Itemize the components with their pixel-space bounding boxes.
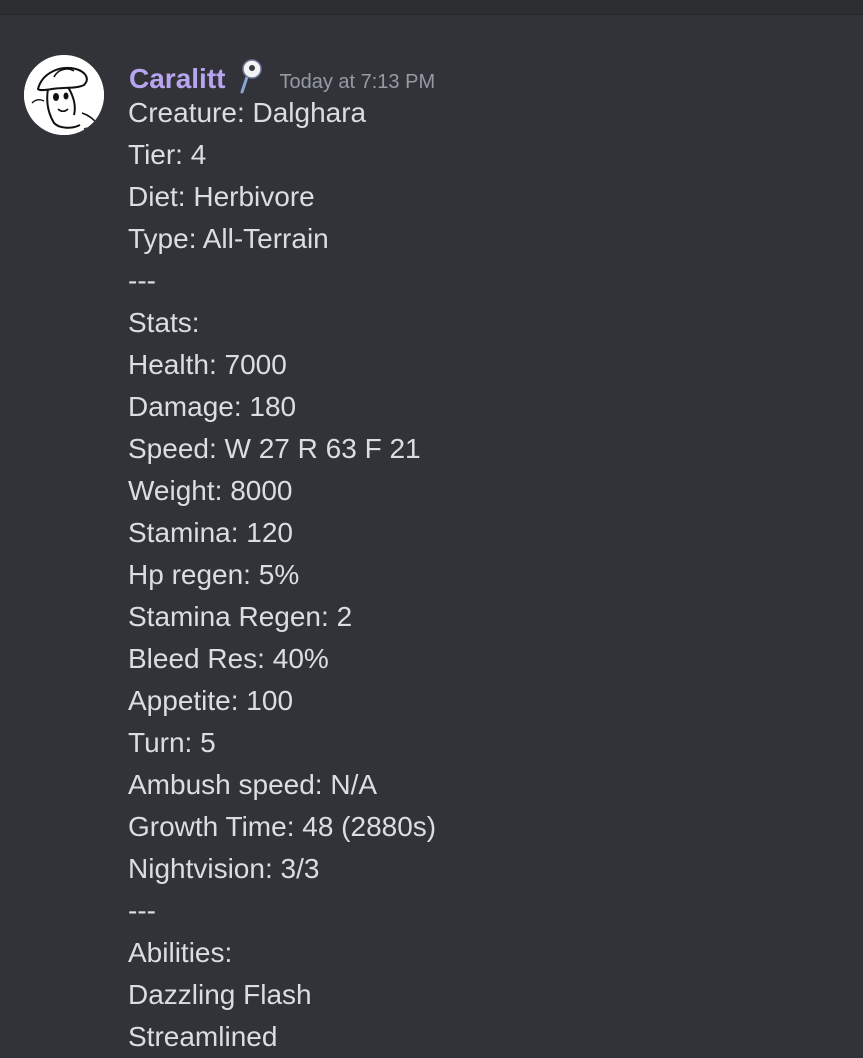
magnifier-pin-icon[interactable] bbox=[237, 58, 265, 96]
message-line: Turn: 5 bbox=[128, 727, 216, 758]
message-line: Abilities: bbox=[128, 937, 233, 968]
chat-message: Caralitt Today at 7:13 PM Creature: Dalg… bbox=[0, 0, 863, 1052]
message-header: Caralitt Today at 7:13 PM bbox=[129, 50, 435, 94]
message-line: Dazzling Flash bbox=[128, 979, 312, 1010]
message-line: Nightvision: 3/3 bbox=[128, 853, 320, 884]
message-line: Weight: 8000 bbox=[128, 475, 293, 506]
message-line: Stats: bbox=[128, 307, 200, 338]
message-line: Speed: W 27 R 63 F 21 bbox=[128, 433, 421, 464]
message-line: Tier: 4 bbox=[128, 139, 207, 170]
message-line: Damage: 180 bbox=[128, 391, 297, 422]
avatar[interactable] bbox=[24, 55, 104, 135]
message-line: Ambush speed: N/A bbox=[128, 769, 378, 800]
message-line: Growth Time: 48 (2880s) bbox=[128, 811, 437, 842]
message-line: Bleed Res: 40% bbox=[128, 643, 329, 674]
message-line: Hp regen: 5% bbox=[128, 559, 300, 590]
message-line: Type: All-Terrain bbox=[128, 223, 329, 254]
message-line: Stamina Regen: 2 bbox=[128, 601, 353, 632]
message-line: Health: 7000 bbox=[128, 349, 287, 380]
message-line: --- bbox=[128, 265, 156, 296]
cartoon-character-avatar-icon bbox=[24, 55, 104, 135]
message-line: Diet: Herbivore bbox=[128, 181, 315, 212]
message-line: Appetite: 100 bbox=[128, 685, 294, 716]
message-line: Streamlined bbox=[128, 1021, 278, 1052]
message-line: Creature: Dalghara bbox=[128, 97, 367, 128]
message-content: Creature: Dalghara Tier: 4 Diet: Herbivo… bbox=[128, 92, 848, 1058]
message-line: --- bbox=[128, 895, 156, 926]
message-line: Stamina: 120 bbox=[128, 517, 293, 548]
